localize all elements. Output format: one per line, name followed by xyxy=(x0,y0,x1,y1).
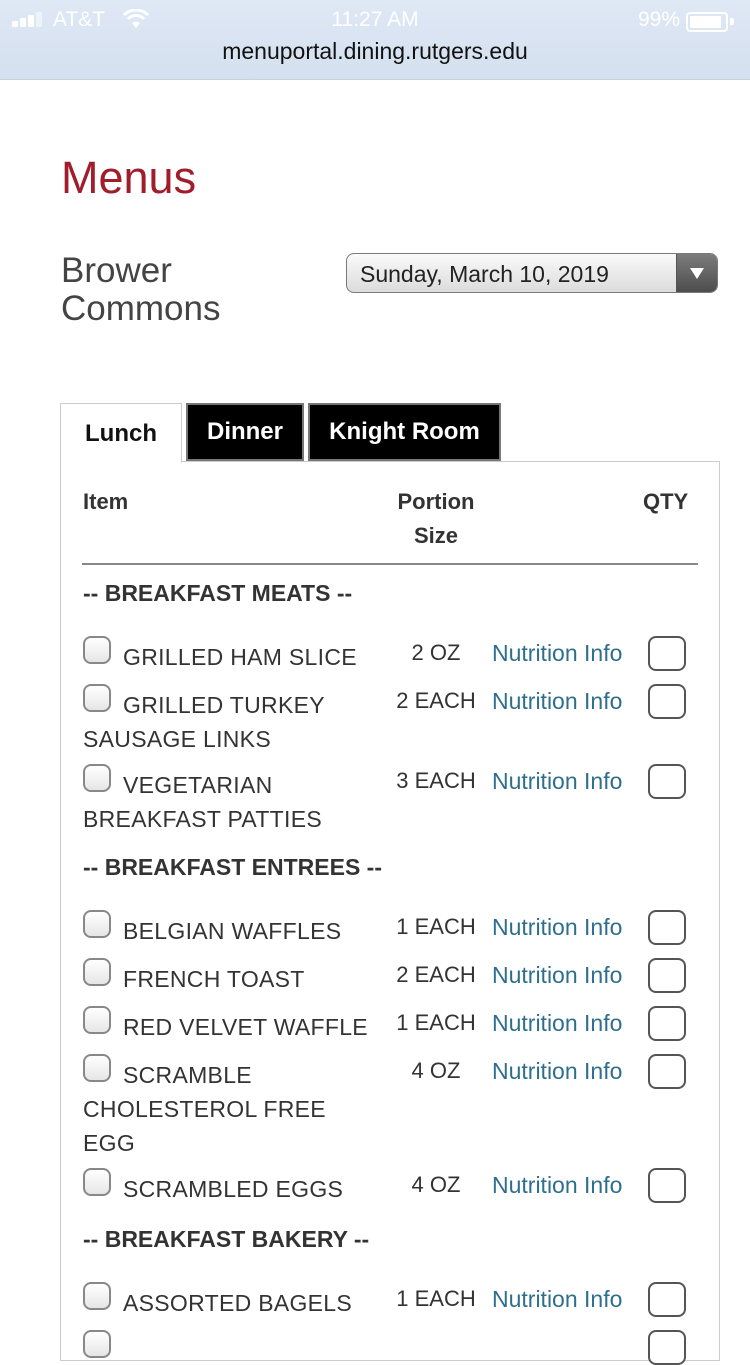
item-portion: 2 EACH xyxy=(396,688,476,713)
nutrition-info-link[interactable]: Nutrition Info xyxy=(492,962,622,989)
battery-icon xyxy=(686,12,728,32)
item-name: SCRAMBLE CHOLESTEROL FREE EGG xyxy=(83,1062,326,1156)
item-portion: 2 OZ xyxy=(411,640,461,665)
qty-input[interactable] xyxy=(648,1282,686,1317)
nutrition-info-link[interactable]: Nutrition Info xyxy=(492,914,622,941)
column-header-item: Item xyxy=(83,489,129,514)
item-name: RED VELVET WAFFLE xyxy=(123,1014,368,1040)
nutrition-info-link[interactable]: Nutrition Info xyxy=(492,768,622,795)
location-name: Brower Commons xyxy=(61,251,221,328)
nutrition-info-link[interactable]: Nutrition Info xyxy=(492,688,622,715)
tab-knight-room[interactable]: Knight Room xyxy=(308,403,501,461)
nutrition-info-link[interactable]: Nutrition Info xyxy=(492,640,622,667)
tab-lunch[interactable]: Lunch xyxy=(60,403,182,463)
qty-input[interactable] xyxy=(648,764,686,799)
column-header-qty: QTY xyxy=(643,489,689,514)
qty-input[interactable] xyxy=(648,1330,686,1365)
page-title: Menus xyxy=(61,152,197,203)
item-portion: 1 EACH xyxy=(396,1286,476,1311)
select-checkbox[interactable] xyxy=(83,1330,111,1358)
nutrition-info-link[interactable]: Nutrition Info xyxy=(492,1058,622,1085)
qty-input[interactable] xyxy=(648,1006,686,1041)
date-select[interactable]: Sunday, March 10, 2019 xyxy=(346,253,718,293)
item-name: FRENCH TOAST xyxy=(123,966,305,992)
item-portion: 1 EACH xyxy=(396,1010,476,1035)
item-portion: 3 EACH xyxy=(396,768,476,793)
date-select-value: Sunday, March 10, 2019 xyxy=(360,261,609,287)
menu-panel: Item Portion Size QTY -- BREAKFAST MEATS… xyxy=(60,461,720,1365)
browser-top-bar: AT&T 11:27 AM 99% menuportal.dining.rutg… xyxy=(0,0,750,80)
nutrition-info-link[interactable]: Nutrition Info xyxy=(492,1172,622,1199)
qty-input[interactable] xyxy=(648,684,686,719)
header-divider xyxy=(82,563,698,565)
category-heading: -- BREAKFAST ENTREES -- xyxy=(83,854,382,880)
item-name: ASSORTED BAGELS xyxy=(123,1290,353,1316)
qty-input[interactable] xyxy=(648,636,686,671)
nutrition-info-link[interactable]: Nutrition Info xyxy=(492,1286,622,1313)
item-portion: 4 OZ xyxy=(411,1058,461,1083)
category-heading: -- BREAKFAST MEATS -- xyxy=(83,580,353,606)
item-portion: 2 EACH xyxy=(396,962,476,987)
qty-input[interactable] xyxy=(648,1168,686,1203)
item-name: VEGETARIAN BREAKFAST PATTIES xyxy=(83,772,322,832)
url-bar[interactable]: menuportal.dining.rutgers.edu xyxy=(0,38,750,65)
battery-percent: 99% xyxy=(637,8,680,31)
item-name: SCRAMBLED EGGS xyxy=(123,1176,344,1202)
item-name: GRILLED TURKEY SAUSAGE LINKS xyxy=(83,692,325,752)
item-portion: 1 EACH xyxy=(396,914,476,939)
column-header-portion: Portion Size xyxy=(397,489,475,548)
qty-input[interactable] xyxy=(648,958,686,993)
item-name: BELGIAN WAFFLES xyxy=(123,918,342,944)
item-name: GRILLED HAM SLICE xyxy=(123,644,357,670)
battery-cap-icon xyxy=(730,18,734,25)
qty-input[interactable] xyxy=(648,910,686,945)
status-bar: AT&T 11:27 AM 99% xyxy=(0,8,750,34)
category-heading: -- BREAKFAST BAKERY -- xyxy=(83,1226,370,1252)
meal-tabs: Lunch Dinner Knight Room xyxy=(60,403,501,463)
chevron-down-icon[interactable] xyxy=(676,254,717,292)
nutrition-info-link[interactable]: Nutrition Info xyxy=(492,1010,622,1037)
item-portion: 4 OZ xyxy=(411,1172,461,1197)
qty-input[interactable] xyxy=(648,1054,686,1089)
tab-dinner[interactable]: Dinner xyxy=(186,403,304,461)
